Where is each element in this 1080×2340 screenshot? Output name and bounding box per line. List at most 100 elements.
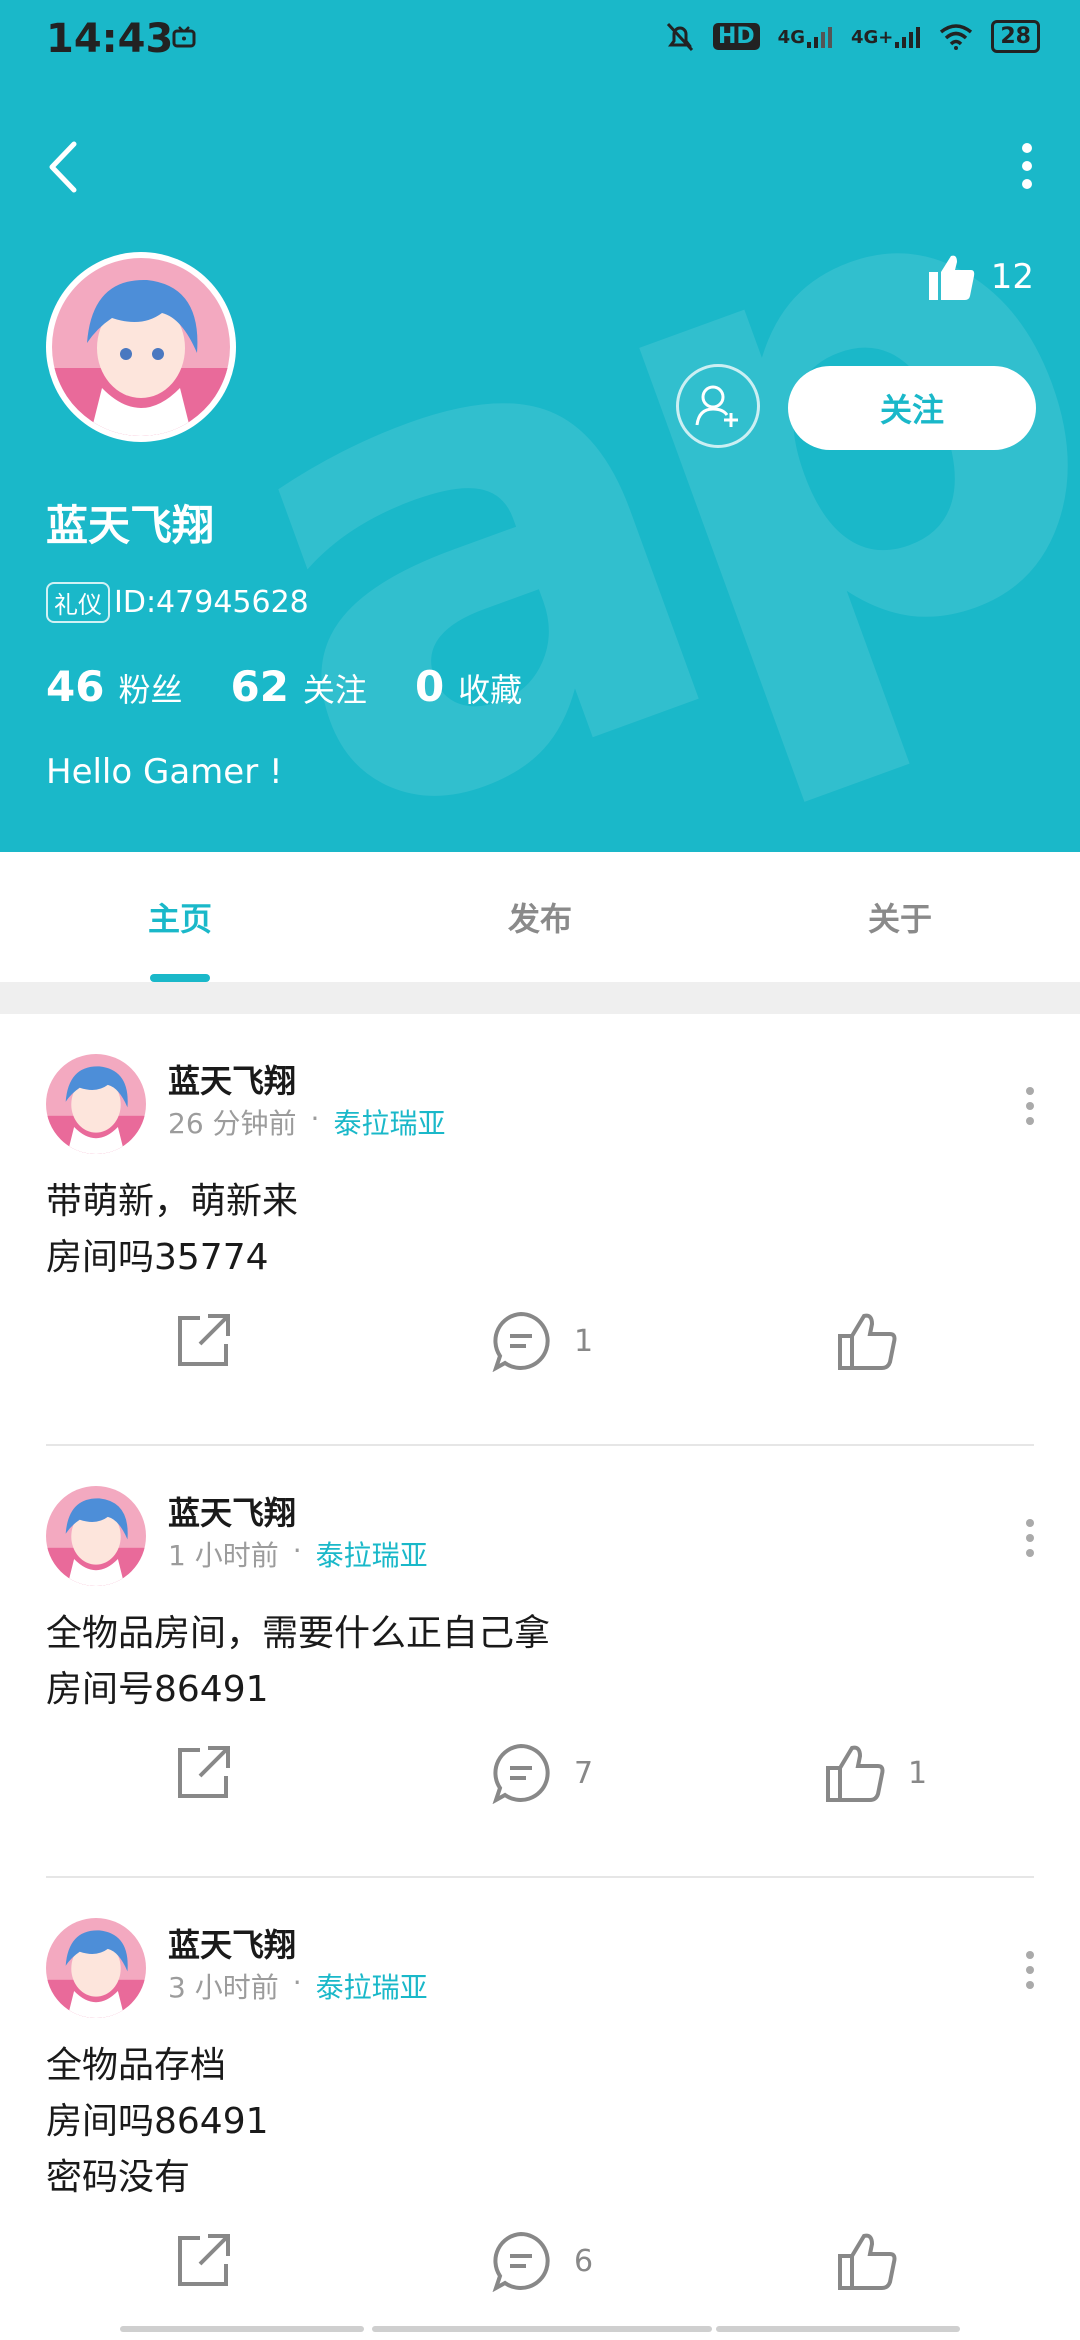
more-options-icon[interactable] [1020, 142, 1034, 194]
comment-count: 1 [574, 1323, 594, 1359]
comment-button[interactable]: 7 [490, 1742, 593, 1804]
like-button[interactable]: 1 [824, 1742, 927, 1804]
thumbs-up-icon [838, 1313, 897, 1370]
post-line: 带萌新，萌新来 [46, 1181, 299, 1222]
follow-button[interactable]: 关注 [788, 366, 1036, 450]
profile-tabs: 主页 发布 关于 [0, 852, 1080, 982]
meta-separator: · [292, 1966, 302, 1999]
scroll-indicator [0, 2326, 1080, 2340]
thumbs-up-icon [826, 1745, 885, 1802]
post-card[interactable]: 蓝天飞翔 26 分钟前 · 泰拉瑞亚 带萌新，萌新来 房间吗35774 1 [0, 1014, 1080, 1446]
post-line: 房间号86491 [46, 1669, 269, 1710]
add-friend-button[interactable] [676, 364, 760, 448]
status-time: 14:43 [46, 16, 174, 62]
signal-1-icon: 4G [778, 26, 833, 48]
post-feed: 蓝天飞翔 26 分钟前 · 泰拉瑞亚 带萌新，萌新来 房间吗35774 1 蓝天… [0, 1014, 1080, 2328]
meta-separator: · [292, 1534, 302, 1567]
post-author[interactable]: 蓝天飞翔 [168, 1056, 296, 1102]
stat-following[interactable]: 62 关注 [230, 662, 366, 711]
post-content[interactable]: 全物品存档 房间吗86491 密码没有 [46, 2038, 269, 2206]
profile-username: 蓝天飞翔 [46, 501, 215, 550]
battery-icon: 28 [991, 20, 1040, 53]
profile-header: ap 14:43 HD 4G 4G+ 28 12 关注 蓝天飞翔 礼仪 ID:4… [0, 0, 1080, 852]
share-icon [178, 1314, 230, 1366]
share-icon [178, 1746, 230, 1798]
share-button[interactable] [172, 1310, 234, 1372]
profile-stats: 46 粉丝 62 关注 0 收藏 [46, 662, 570, 711]
indicator-segment [372, 2326, 712, 2332]
comment-count: 7 [574, 1755, 594, 1791]
stat-number: 62 [230, 662, 289, 711]
like-button[interactable] [836, 2230, 920, 2292]
share-button[interactable] [172, 1742, 234, 1804]
post-line: 全物品存档 [46, 2045, 227, 2086]
back-icon[interactable] [46, 140, 82, 198]
post-author[interactable]: 蓝天飞翔 [168, 1920, 296, 1966]
comment-button[interactable]: 6 [490, 2230, 593, 2292]
meta-separator: · [310, 1102, 320, 1135]
post-meta: 3 小时前 · 泰拉瑞亚 [168, 1966, 428, 2006]
section-divider [0, 982, 1080, 1014]
profile-id-row: 礼仪 ID:47945628 [46, 582, 309, 623]
comment-icon [492, 1311, 550, 1372]
post-meta: 1 小时前 · 泰拉瑞亚 [168, 1534, 428, 1574]
post-more-icon[interactable] [1024, 1518, 1036, 1562]
stat-fans[interactable]: 46 粉丝 [46, 662, 182, 711]
stat-favorites[interactable]: 0 收藏 [415, 662, 522, 711]
profile-bio: Hello Gamer ! [46, 752, 283, 792]
comment-count: 6 [574, 2243, 594, 2279]
post-avatar[interactable] [46, 1918, 146, 2018]
status-icons: HD 4G 4G+ 28 [665, 20, 1040, 53]
wifi-icon [940, 23, 973, 50]
thumbs-up-icon[interactable] [927, 252, 977, 302]
post-author[interactable]: 蓝天飞翔 [168, 1488, 296, 1534]
indicator-segment [120, 2326, 364, 2332]
post-line: 全物品房间，需要什么正自己拿 [46, 1613, 551, 1654]
tv-icon [172, 26, 196, 52]
post-card[interactable]: 蓝天飞翔 1 小时前 · 泰拉瑞亚 全物品房间，需要什么正自己拿 房间号8649… [0, 1446, 1080, 1878]
stat-label: 关注 [302, 671, 367, 709]
post-forum[interactable]: 泰拉瑞亚 [333, 1102, 445, 1142]
post-more-icon[interactable] [1024, 1950, 1036, 1994]
post-avatar[interactable] [46, 1054, 146, 1154]
post-more-icon[interactable] [1024, 1086, 1036, 1130]
post-time: 1 小时前 [168, 1539, 279, 1572]
post-time: 26 分钟前 [168, 1107, 297, 1140]
likes-count: 12 [990, 257, 1034, 297]
comment-button[interactable]: 1 [490, 1310, 593, 1372]
comment-icon [492, 1743, 550, 1804]
post-forum[interactable]: 泰拉瑞亚 [316, 1534, 428, 1574]
mute-bell-icon [666, 22, 694, 51]
avatar[interactable] [46, 252, 236, 442]
signal-2-icon: 4G+ [851, 26, 921, 48]
tab-posts[interactable]: 发布 [440, 894, 640, 940]
stat-number: 0 [414, 662, 445, 711]
post-meta: 26 分钟前 · 泰拉瑞亚 [168, 1102, 445, 1142]
post-content[interactable]: 带萌新，萌新来 房间吗35774 [46, 1174, 298, 1286]
post-forum[interactable]: 泰拉瑞亚 [316, 1966, 428, 2006]
share-icon [178, 2234, 230, 2286]
post-line: 房间吗86491 [46, 2101, 269, 2142]
stat-number: 46 [46, 662, 105, 711]
post-avatar[interactable] [46, 1486, 146, 1586]
post-content[interactable]: 全物品房间，需要什么正自己拿 房间号86491 [46, 1606, 550, 1718]
comment-icon [492, 2231, 550, 2292]
tab-about[interactable]: 关于 [800, 894, 1000, 940]
like-count: 1 [908, 1755, 928, 1791]
share-button[interactable] [172, 2230, 234, 2292]
stat-label: 粉丝 [118, 671, 183, 709]
status-bar: 14:43 HD 4G 4G+ 28 [0, 0, 1080, 84]
hd-icon: HD [712, 23, 760, 50]
profile-likes: 12 [927, 252, 1034, 302]
avatar-image [52, 258, 230, 436]
like-button[interactable] [836, 1310, 920, 1372]
tab-home[interactable]: 主页 [80, 894, 280, 940]
indicator-segment [716, 2326, 960, 2332]
post-line: 房间吗35774 [46, 1237, 269, 1278]
post-actions: 6 [0, 2230, 1080, 2310]
post-actions: 1 [0, 1310, 1080, 1390]
post-line: 密码没有 [46, 2157, 191, 2198]
badge-tag: 礼仪 [46, 582, 110, 623]
profile-id: ID:47945628 [114, 585, 309, 620]
post-card[interactable]: 蓝天飞翔 3 小时前 · 泰拉瑞亚 全物品存档 房间吗86491 密码没有 6 [0, 1878, 1080, 2328]
